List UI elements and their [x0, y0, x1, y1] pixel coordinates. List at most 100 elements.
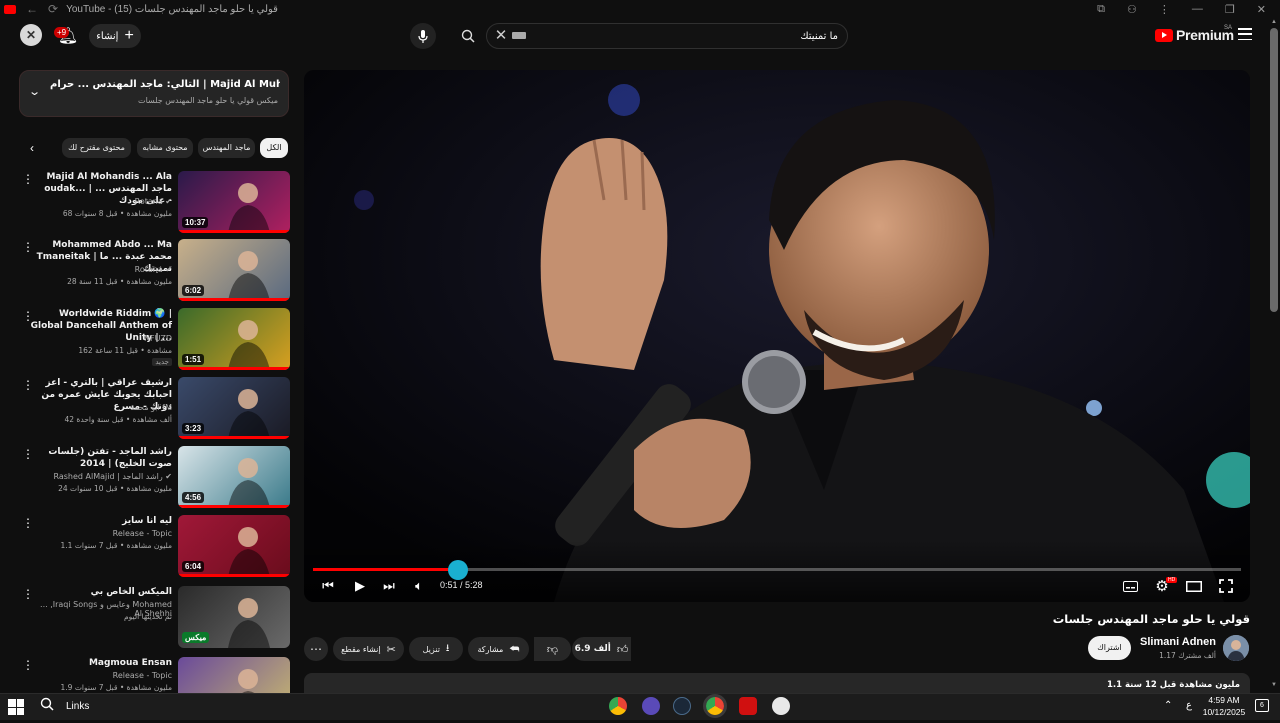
clock-time[interactable]: 4:59 AM	[1200, 695, 1248, 705]
subtitles-icon[interactable]	[1121, 578, 1139, 594]
tray-chevron-up-icon[interactable]: ⌃	[1164, 700, 1172, 711]
windows-start-icon[interactable]	[8, 699, 24, 715]
clip-button[interactable]: إنشاء مقطع ✂	[333, 637, 404, 661]
create-button[interactable]: إنشاء +	[89, 24, 141, 48]
related-video-channel[interactable]: Release - Topic	[30, 529, 172, 538]
steam-icon[interactable]	[673, 697, 691, 715]
related-video-title[interactable]: راشد الماجد - تفتن (جلسات صوت الخليج) | …	[30, 446, 172, 470]
scroll-down-arrow-icon[interactable]: ▼	[1271, 682, 1277, 688]
voice-search-mic-icon[interactable]	[410, 23, 436, 49]
clear-search-icon[interactable]: ✕	[493, 27, 509, 45]
related-video-item[interactable]: 10:37 ⋮ Majid Al Mohandis ... Ala oudak...…	[18, 171, 290, 237]
clock-date[interactable]: 10/12/2025	[1200, 707, 1248, 717]
subscribe-button[interactable]: اشتراك	[1088, 636, 1131, 660]
search-icon[interactable]	[454, 24, 482, 48]
related-video-channel[interactable]: NFUZD	[30, 334, 172, 343]
chips-prev-chevron-icon[interactable]: ‹	[30, 141, 34, 155]
download-button[interactable]: تنزيل ⭳	[409, 637, 463, 661]
next-icon[interactable]: ⏭	[381, 578, 397, 594]
watched-progress-bar	[178, 574, 290, 577]
chip-similar[interactable]: محتوى مشابه	[137, 138, 193, 158]
video-thumbnail[interactable]: 4:56	[178, 446, 290, 508]
play-icon[interactable]: ▶	[352, 578, 368, 594]
watched-progress-bar	[178, 298, 290, 301]
taskbar-search-icon[interactable]	[40, 697, 54, 714]
previous-icon[interactable]: ⏮	[320, 578, 336, 594]
app-purple-icon[interactable]	[642, 697, 660, 715]
close-button[interactable]: ✕	[1257, 3, 1266, 16]
puzzle-icon[interactable]: ⚇	[1127, 3, 1137, 16]
more-icon[interactable]: ⋮	[1159, 3, 1170, 16]
related-video-item[interactable]: 6:02 ⋮ Mohammed Abdo ... Ma Tmaneitak | مح…	[18, 239, 290, 305]
account-avatar[interactable]: ✕	[20, 24, 42, 46]
related-video-item[interactable]: 6:04 ⋮ ليه انا سايز Release - Topic 1.1 مليو…	[18, 515, 290, 581]
related-video-meta: تم تحديثها اليوم	[124, 612, 172, 621]
subscriber-count: 1.17 ألف مشترك	[1159, 651, 1216, 660]
language-indicator[interactable]: ع	[1186, 700, 1192, 711]
video-thumbnail[interactable]: 3:23	[178, 377, 290, 439]
related-video-title[interactable]: ليه انا سايز	[30, 515, 172, 527]
more-actions-icon[interactable]: ⋯	[304, 637, 328, 661]
duration-badge: 6:04	[182, 561, 205, 572]
related-video-channel[interactable]: Rashed AlMajid | راشد الماجد ✔	[30, 472, 172, 481]
minimize-button[interactable]: —	[1192, 3, 1203, 15]
channel-avatar[interactable]	[1223, 635, 1249, 661]
video-thumbnail[interactable]: 1:51	[178, 308, 290, 370]
download-icon: ⭳	[445, 642, 450, 654]
page-scrollbar[interactable]	[1270, 28, 1278, 312]
chrome-active-icon[interactable]	[703, 694, 727, 718]
chip-majid[interactable]: ماجد المهندس	[198, 138, 255, 158]
video-player[interactable]	[304, 70, 1250, 602]
share-icon: ⮪	[509, 642, 520, 655]
duration-badge: 1:51	[182, 354, 205, 365]
video-thumbnail[interactable]: ميكس	[178, 586, 290, 648]
new-badge: جديد	[152, 358, 172, 366]
download-label: تنزيل	[422, 644, 440, 654]
chevron-down-icon[interactable]: ⌄	[28, 85, 41, 98]
related-video-channel[interactable]: Release - Topic	[30, 671, 172, 680]
youtube-app-icon[interactable]	[739, 697, 757, 715]
related-video-channel[interactable]: ابو محمد fM	[30, 403, 172, 412]
channel-name[interactable]: Slimani Adnen	[1060, 636, 1216, 648]
up-next-panel[interactable]	[19, 70, 289, 117]
back-arrow-icon[interactable]: ←	[26, 2, 38, 16]
keyboard-icon[interactable]	[512, 32, 526, 39]
related-video-item[interactable]: ميكس ⋮ الميكس الخاص بي... ,Iraqi Songs وعا…	[18, 586, 290, 652]
share-button[interactable]: مشاركة ⮪	[468, 637, 529, 661]
volume-icon[interactable]: 🔈︎	[411, 578, 427, 594]
progress-scrubber[interactable]	[448, 560, 468, 580]
chip-all[interactable]: الكل	[260, 138, 288, 158]
related-video-item[interactable]: 1:51 ⋮ Worldwide Riddim 🌍 | Global Danceha…	[18, 308, 290, 374]
video-thumbnail[interactable]: 6:04	[178, 515, 290, 577]
reload-icon[interactable]: ⟳	[48, 2, 58, 16]
video-title: قولي يا حلو ماجد المهندس جلسات	[1052, 612, 1250, 626]
player-controls-overlay	[304, 540, 1250, 602]
related-video-item[interactable]: 4:56 ⋮ راشد الماجد - تفتن (جلسات صوت الخلي…	[18, 446, 290, 512]
chrome-icon[interactable]	[609, 697, 627, 715]
related-video-meta: 1.1 مليون مشاهدة • قبل 7 سنوات	[60, 541, 173, 550]
github-icon[interactable]	[772, 697, 790, 715]
theater-mode-icon[interactable]	[1185, 578, 1203, 594]
maximize-button[interactable]: ❐	[1225, 3, 1235, 16]
search-input[interactable]	[530, 27, 838, 45]
video-thumbnail[interactable]: 10:37	[178, 171, 290, 233]
like-button[interactable]: 6.9 ألف 👍︎	[572, 637, 631, 661]
related-video-title[interactable]: Magmoua Ensan	[30, 657, 172, 669]
related-video-channel[interactable]: Rotana ✔	[30, 197, 172, 206]
hamburger-menu-icon[interactable]	[1238, 28, 1252, 40]
dislike-button[interactable]: 👎︎	[534, 637, 571, 661]
related-video-title[interactable]: الميكس الخاص بي	[30, 586, 172, 598]
youtube-premium-logo[interactable]: Premium	[1155, 27, 1234, 43]
fullscreen-icon[interactable]	[1217, 578, 1235, 594]
related-video-channel[interactable]: Rotana ✔	[30, 265, 172, 274]
video-thumbnail[interactable]: 6:02	[178, 239, 290, 301]
extensions-icon[interactable]: ⧉	[1097, 3, 1105, 16]
taskbar-links-label[interactable]: Links	[66, 701, 89, 712]
thumbs-down-icon: 👎︎	[546, 642, 559, 656]
notification-center-icon[interactable]: 6	[1255, 699, 1269, 712]
chip-recommended[interactable]: محتوى مقترح لك	[62, 138, 131, 158]
scroll-up-arrow-icon[interactable]: ▲	[1271, 19, 1277, 25]
watched-progress-bar	[178, 436, 290, 439]
related-video-item[interactable]: 3:23 ⋮ ارشيف عراقي | بالتري - اعز احبابك ي…	[18, 377, 290, 443]
duration-badge: 10:37	[182, 217, 209, 228]
